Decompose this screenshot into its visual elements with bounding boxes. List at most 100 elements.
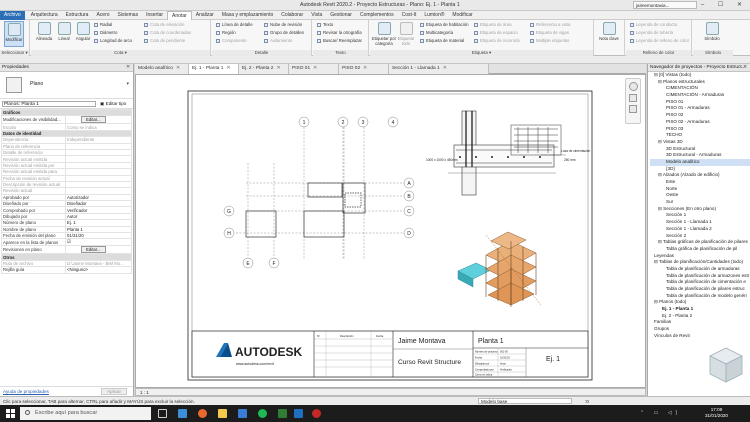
browser-tree-item[interactable]: Oeste bbox=[650, 192, 750, 199]
property-value[interactable]: Editar... bbox=[65, 115, 132, 125]
spotify-icon[interactable] bbox=[258, 409, 267, 418]
file-tab[interactable]: Archivo bbox=[0, 10, 25, 20]
edit-property-button[interactable]: Editar... bbox=[81, 116, 106, 123]
store-icon[interactable] bbox=[238, 409, 247, 418]
detail-line-button[interactable]: Línea de detalle bbox=[216, 22, 253, 28]
chevron-down-icon[interactable]: ▾ bbox=[126, 81, 129, 87]
user-account-field[interactable]: jaimemontavia... bbox=[633, 1, 697, 9]
browser-tree-item[interactable]: PISO 03 bbox=[650, 126, 750, 133]
view-scale[interactable]: 1 : 1 bbox=[140, 390, 149, 395]
property-row[interactable]: Modificaciones de visibilidad... Editar..… bbox=[1, 115, 132, 125]
window-controls[interactable]: – ☐ ✕ bbox=[701, 1, 748, 8]
browser-tree-item[interactable]: ⊟ Planos (todo) bbox=[650, 299, 750, 306]
system-tray[interactable]: ⌃ ▭ ◁) bbox=[640, 410, 681, 416]
edit-type-button[interactable]: ▣ Editar tipo bbox=[100, 101, 126, 107]
browser-tree-item[interactable]: PISO 01 - Armaduras bbox=[650, 105, 750, 112]
view-reference-button[interactable]: Referencia a vista bbox=[530, 22, 570, 28]
arc-length-button[interactable]: Longitud de arco bbox=[94, 38, 132, 44]
ribbon-tab[interactable]: Estructura bbox=[62, 11, 93, 20]
pipe-legend-button[interactable]: Leyenda de tubería bbox=[630, 30, 673, 36]
linear-dimension-button[interactable]: Lineal bbox=[54, 21, 74, 47]
spell-check-button[interactable]: Revisar la ortografía bbox=[317, 30, 362, 36]
browser-tree-item[interactable]: Ej. 1 - Planta 1 bbox=[650, 306, 750, 313]
type-selector[interactable]: Plano ▾ bbox=[0, 72, 133, 99]
apply-button[interactable]: Aplicar bbox=[101, 388, 127, 395]
close-tab-icon[interactable]: ✕ bbox=[276, 66, 280, 71]
spot-coordinate-button[interactable]: Cota de coordenadas bbox=[144, 30, 191, 36]
ribbon-tab[interactable]: Anotar bbox=[167, 10, 192, 20]
view-tab[interactable]: Ej. 1 - Planta 1 ✕ bbox=[189, 64, 239, 74]
browser-tree-item[interactable]: Modelo analítico bbox=[650, 158, 750, 166]
browser-tree-item[interactable]: Tabla de planificación de armazones estr bbox=[650, 273, 750, 280]
property-row[interactable]: Ruta de archivo D:\Jaime Montava - BIM Mo… bbox=[1, 259, 132, 268]
windows-start-icon[interactable] bbox=[6, 409, 15, 418]
diameter-dimension-button[interactable]: Diámetro bbox=[94, 30, 117, 36]
browser-tree-item[interactable]: Vínculos de Revit bbox=[650, 333, 750, 340]
recorder-icon[interactable] bbox=[312, 409, 321, 418]
browser-tree-item[interactable]: Sección 1 - Llamada 1 bbox=[650, 219, 750, 226]
browser-tree-item[interactable]: Tabla de planificación de modelo genéri bbox=[650, 293, 750, 300]
revit-icon[interactable] bbox=[294, 409, 303, 418]
property-value[interactable]: D:\Jaime Montava - BIM Mo... bbox=[65, 259, 132, 268]
room-tag-button[interactable]: Etiqueta de habitación bbox=[420, 22, 469, 28]
modify-button[interactable]: Modificar bbox=[4, 21, 24, 47]
browser-tree-item[interactable]: Grupos bbox=[650, 326, 750, 333]
browser-tree-item[interactable]: Sur bbox=[650, 199, 750, 206]
angular-dimension-button[interactable]: Angular bbox=[73, 21, 93, 47]
view-tab[interactable]: PISO 01 ✕ bbox=[289, 64, 339, 74]
browser-tree-item[interactable]: Sección 2 bbox=[650, 233, 750, 240]
material-tag-button[interactable]: Etiqueta de material bbox=[420, 38, 464, 44]
zoom-icon[interactable] bbox=[629, 94, 637, 102]
browser-tree-item[interactable]: Tabla de planificación de cimentación e bbox=[650, 279, 750, 286]
browser-tree-item[interactable]: 3D Estructural bbox=[650, 146, 750, 153]
ribbon-tab[interactable]: Analizar bbox=[192, 11, 218, 20]
browser-tree-item[interactable]: ⊟ Vistas 3D bbox=[650, 139, 750, 146]
space-tag-button[interactable]: Etiqueta de espacio bbox=[474, 30, 518, 36]
browser-tree-item[interactable]: Norte bbox=[650, 186, 750, 193]
view-tab[interactable]: PISO 02 ✕ bbox=[339, 64, 389, 74]
close-icon[interactable]: ✕ bbox=[743, 65, 747, 70]
browser-tree-item[interactable]: Leyendas bbox=[650, 253, 750, 260]
color-fill-legend-button[interactable]: Leyenda de relleno de color bbox=[630, 38, 689, 44]
browser-tree-item[interactable]: ⊟ Alzados (Alzado de edificio) bbox=[650, 172, 750, 179]
detail-group-button[interactable]: Grupo de detalles bbox=[264, 30, 304, 36]
close-tab-icon[interactable]: ✕ bbox=[313, 66, 317, 71]
edit-property-button[interactable]: Editar... bbox=[81, 246, 106, 253]
browser-tree-item[interactable]: PISO 02 - Armaduras bbox=[650, 119, 750, 126]
property-row[interactable]: Revisiones en plano Editar... bbox=[1, 245, 132, 255]
browser-tree-item[interactable]: ⊟ Planos estructurales bbox=[650, 79, 750, 86]
ribbon-tab[interactable]: Insertar bbox=[142, 11, 167, 20]
file-explorer-icon[interactable] bbox=[218, 409, 227, 418]
browser-tree-item[interactable]: ⊟ Secciones (En otro plano) bbox=[650, 206, 750, 213]
property-row[interactable]: Rejilla guía <Ninguno> bbox=[1, 266, 132, 274]
browser-tree-item[interactable]: Ej. 2 - Planta 2 bbox=[650, 313, 750, 320]
browser-tree-item[interactable]: {3D} bbox=[650, 166, 750, 173]
browser-tree-item[interactable]: Este bbox=[650, 179, 750, 186]
browser-tree-item[interactable]: Familias bbox=[650, 319, 750, 326]
spot-elevation-button[interactable]: Cota de elevación bbox=[144, 22, 184, 28]
ribbon-tab[interactable]: Colaborar bbox=[277, 11, 307, 20]
browser-tree-item[interactable]: TECHO bbox=[650, 132, 750, 139]
view-tab[interactable]: Modelo analítico ✕ bbox=[135, 64, 189, 74]
filter-count[interactable]: :0 bbox=[585, 399, 589, 404]
property-row[interactable]: Aparece en la lista de planos ☑ bbox=[1, 238, 132, 247]
beam-tag-button[interactable]: Etiqueta de vigas bbox=[530, 30, 569, 36]
close-tab-icon[interactable]: ✕ bbox=[176, 66, 180, 71]
close-tab-icon[interactable]: ✕ bbox=[226, 66, 230, 71]
task-view-icon[interactable] bbox=[158, 409, 167, 418]
close-icon[interactable]: ✕ bbox=[126, 65, 130, 70]
ribbon-tab[interactable]: Acero bbox=[92, 11, 113, 20]
region-button[interactable]: Región bbox=[216, 30, 236, 36]
browser-tree-item[interactable]: Sección 1 - Llamada 2 bbox=[650, 226, 750, 233]
area-tag-button[interactable]: Etiqueta de área bbox=[474, 22, 512, 28]
multiple-tags-button[interactable]: Multiple etiquetas bbox=[530, 38, 569, 44]
property-value[interactable]: Editar... bbox=[65, 245, 132, 255]
symbol-button[interactable]: Símbolo bbox=[702, 21, 722, 47]
close-tab-icon[interactable]: ✕ bbox=[363, 66, 367, 71]
browser-tree-item[interactable]: PISO 01 bbox=[650, 99, 750, 106]
spot-slope-button[interactable]: Cota de pendiente bbox=[144, 38, 185, 44]
tag-all-button[interactable]: Etiquetar todo bbox=[396, 21, 416, 47]
duct-legend-button[interactable]: Leyenda de conducto bbox=[630, 22, 677, 28]
browser-tree-item[interactable]: CIMENTACIÓN - Armaduras bbox=[650, 92, 750, 99]
component-button[interactable]: Componente bbox=[216, 38, 247, 44]
